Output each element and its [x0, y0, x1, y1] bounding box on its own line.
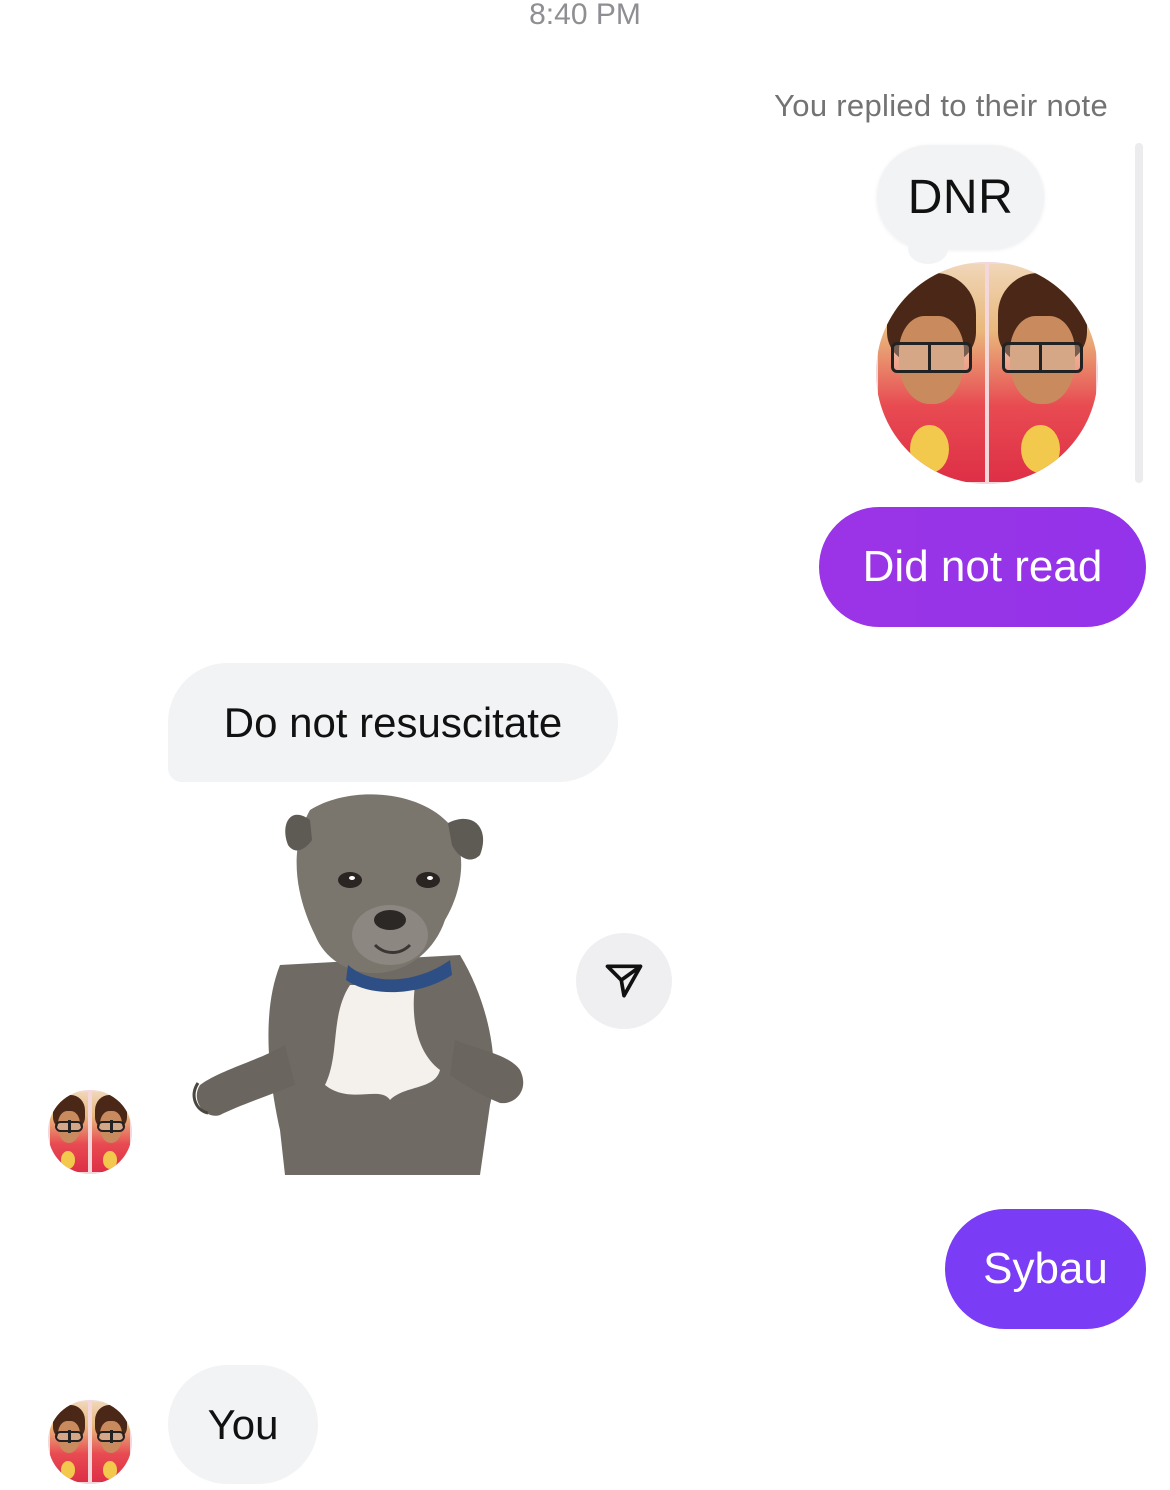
contact-avatar[interactable]: [48, 1400, 132, 1484]
message-text: Sybau: [983, 1244, 1108, 1293]
send-icon: [605, 964, 643, 998]
note-bubble-tail: [908, 234, 948, 264]
message-text: Did not read: [862, 542, 1103, 591]
scroll-indicator[interactable]: [1135, 143, 1143, 483]
note-bubble[interactable]: DNR: [877, 145, 1044, 249]
share-sticker-button[interactable]: [576, 933, 672, 1029]
note-reply-caption: You replied to their note: [774, 88, 1108, 123]
incoming-message[interactable]: You: [168, 1365, 318, 1484]
note-owner-avatar[interactable]: [876, 262, 1098, 484]
message-text: Do not resuscitate: [223, 698, 563, 746]
message-text: You: [207, 1400, 279, 1448]
sad-puppy-sticker[interactable]: [190, 785, 530, 1175]
message-timestamp: 8:40 PM: [529, 0, 641, 31]
note-text: DNR: [907, 170, 1014, 224]
incoming-message[interactable]: Do not resuscitate: [168, 663, 618, 782]
outgoing-message[interactable]: Sybau: [945, 1209, 1146, 1329]
contact-avatar[interactable]: [48, 1090, 132, 1174]
chat-thread: 8:40 PM You replied to their note DNR Di…: [0, 0, 1170, 1490]
outgoing-message[interactable]: Did not read: [819, 507, 1146, 627]
